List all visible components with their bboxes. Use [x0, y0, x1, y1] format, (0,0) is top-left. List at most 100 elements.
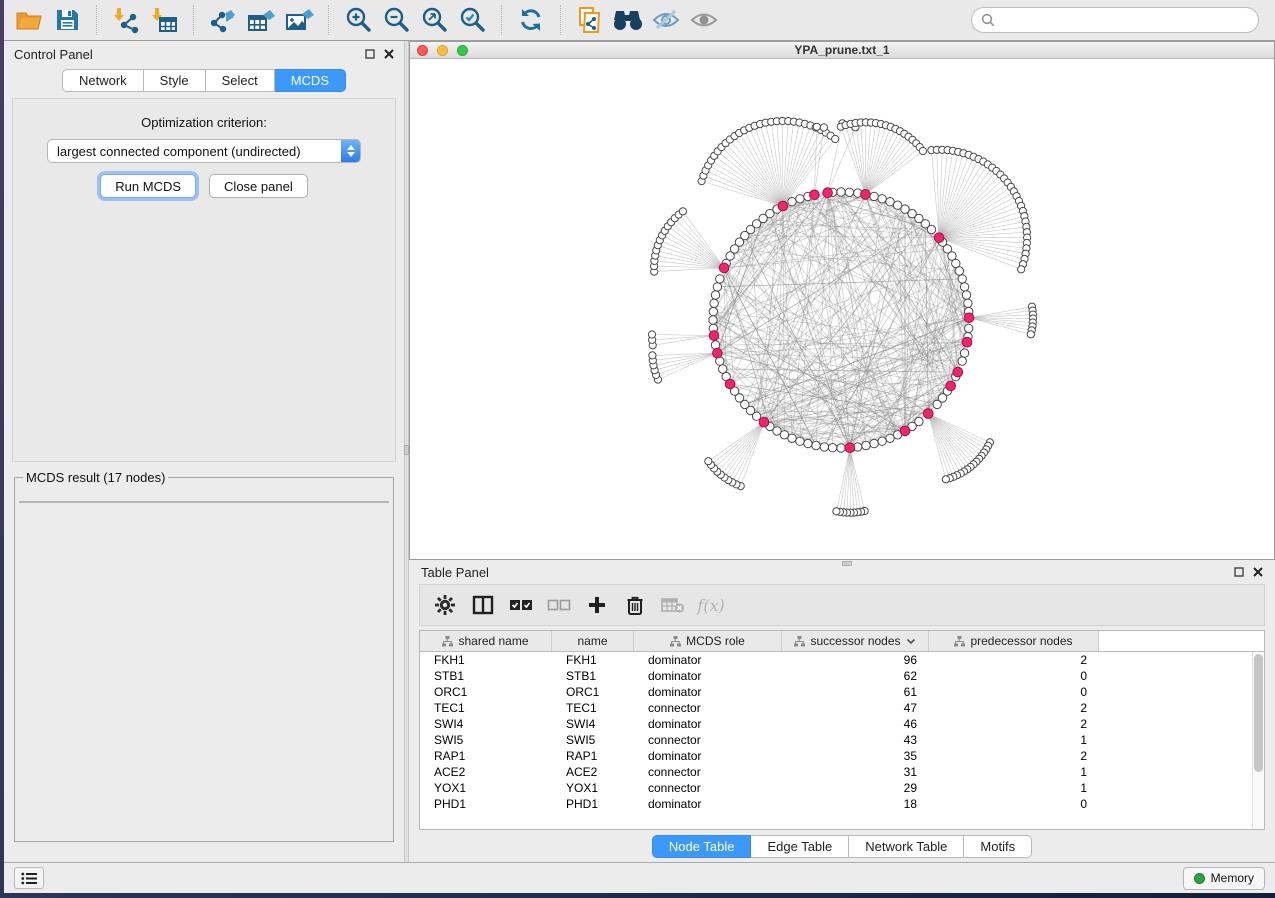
add-row-button[interactable]	[580, 589, 614, 621]
close-panel-button[interactable]: Close panel	[209, 174, 308, 198]
mcds-result-title: MCDS result (17 nodes)	[23, 470, 168, 485]
column-type-icon	[794, 636, 805, 647]
delete-row-button[interactable]	[618, 589, 652, 621]
cell-predecessor-nodes: 2	[929, 652, 1099, 668]
gear-icon	[435, 595, 455, 615]
cell-shared-name: STB1	[420, 668, 552, 684]
list-icon	[21, 872, 37, 885]
column-header-mcds-role[interactable]: MCDS role	[634, 631, 782, 651]
table-row-swi4[interactable]: SWI4SWI4dominator462	[420, 716, 1264, 732]
open-session-button[interactable]	[11, 3, 47, 37]
search-input[interactable]	[1001, 13, 1249, 28]
cell-successor-nodes: 62	[782, 668, 929, 684]
apply-layout-button[interactable]	[513, 3, 549, 37]
zoom-in-button[interactable]	[340, 3, 376, 37]
toolbar-separator	[328, 5, 329, 35]
tab-select[interactable]: Select	[206, 69, 275, 92]
criterion-selected-value: largest connected component (undirected)	[48, 144, 341, 159]
network-canvas[interactable]	[410, 59, 1274, 559]
search-field[interactable]	[971, 7, 1259, 33]
table-panel-grip[interactable]	[842, 561, 852, 566]
cell-successor-nodes: 47	[782, 700, 929, 716]
duplicate-network-icon	[576, 6, 604, 34]
first-neighbors-button[interactable]	[610, 3, 646, 37]
close-table-panel-icon[interactable]	[1253, 567, 1263, 577]
table-row-yox1[interactable]: YOX1YOX1connector291	[420, 780, 1264, 796]
delete-table-icon	[661, 596, 685, 614]
table-tab-edge-table[interactable]: Edge Table	[751, 835, 849, 858]
eye-slash-icon	[651, 7, 681, 33]
zoom-fit-button[interactable]	[416, 3, 452, 37]
memory-button[interactable]: Memory	[1183, 867, 1265, 890]
export-network-button[interactable]	[205, 3, 241, 37]
table-scrollbar[interactable]	[1252, 652, 1264, 829]
delete-table-button[interactable]	[656, 589, 690, 621]
criterion-select[interactable]: largest connected component (undirected)	[47, 139, 361, 163]
import-table-button[interactable]	[146, 3, 182, 37]
column-header-successor-nodes[interactable]: successor nodes	[782, 631, 929, 651]
new-network-from-selection-button[interactable]	[572, 3, 608, 37]
column-type-icon	[442, 636, 453, 647]
close-panel-icon[interactable]	[384, 49, 394, 59]
float-table-panel-icon[interactable]	[1234, 567, 1244, 577]
cell-shared-name: SWI5	[420, 732, 552, 748]
table-panel-title: Table Panel	[421, 565, 489, 580]
control-panel-title: Control Panel	[14, 47, 93, 62]
table-row-phd1[interactable]: PHD1PHD1dominator180	[420, 796, 1264, 812]
deselect-all-button[interactable]	[542, 589, 576, 621]
cell-name: TEC1	[552, 700, 634, 716]
fx-icon: f(x)	[697, 596, 724, 615]
table-row-swi5[interactable]: SWI5SWI5connector431	[420, 732, 1264, 748]
mcds-result-group: MCDS result (17 nodes) PHD1CAR1STP4TID3Y…	[14, 470, 394, 842]
column-header-shared-name[interactable]: shared name	[420, 631, 552, 651]
table-row-fkh1[interactable]: FKH1FKH1dominator962	[420, 652, 1264, 668]
column-header-name[interactable]: name	[552, 631, 634, 651]
table-scrollbar-thumb[interactable]	[1254, 654, 1263, 772]
hide-selection-button[interactable]	[648, 3, 684, 37]
zoom-fit-icon	[420, 6, 448, 34]
task-history-button[interactable]	[14, 867, 44, 889]
table-row-ace2[interactable]: ACE2ACE2connector311	[420, 764, 1264, 780]
show-all-button[interactable]	[686, 3, 722, 37]
cell-mcds-role: connector	[634, 732, 782, 748]
deselect-all-icon	[547, 598, 571, 612]
zoom-out-icon	[382, 6, 410, 34]
tab-mcds[interactable]: MCDS	[275, 69, 346, 92]
cell-successor-nodes: 35	[782, 748, 929, 764]
table-options-button[interactable]	[428, 589, 462, 621]
cell-shared-name: TEC1	[420, 700, 552, 716]
toolbar-separator	[96, 5, 97, 35]
cell-name: YOX1	[552, 780, 634, 796]
table-toolbar: f(x)	[419, 584, 1265, 626]
import-network-button[interactable]	[108, 3, 144, 37]
show-column-button[interactable]	[466, 589, 500, 621]
column-header-predecessor-nodes[interactable]: predecessor nodes	[929, 631, 1099, 651]
cell-predecessor-nodes: 2	[929, 700, 1099, 716]
tab-network[interactable]: Network	[62, 69, 144, 92]
divider-grip[interactable]	[404, 445, 409, 455]
select-all-button[interactable]	[504, 589, 538, 621]
table-row-rap1[interactable]: RAP1RAP1dominator352	[420, 748, 1264, 764]
run-mcds-button[interactable]: Run MCDS	[100, 174, 196, 198]
table-row-tec1[interactable]: TEC1TEC1connector472	[420, 700, 1264, 716]
tab-style[interactable]: Style	[144, 69, 206, 92]
save-session-button[interactable]	[49, 3, 85, 37]
network-graph[interactable]	[410, 59, 1274, 559]
zoom-out-button[interactable]	[378, 3, 414, 37]
zoom-selected-button[interactable]	[454, 3, 490, 37]
table-row-stb1[interactable]: STB1STB1dominator620	[420, 668, 1264, 684]
function-builder-button[interactable]: f(x)	[694, 589, 728, 621]
mcds-panel: Optimization criterion: largest connecte…	[12, 98, 396, 462]
table-tab-motifs[interactable]: Motifs	[964, 835, 1032, 858]
cell-mcds-role: dominator	[634, 716, 782, 732]
cell-mcds-role: connector	[634, 780, 782, 796]
table-row-orc1[interactable]: ORC1ORC1dominator610	[420, 684, 1264, 700]
cell-predecessor-nodes: 0	[929, 796, 1099, 812]
table-tab-network-table[interactable]: Network Table	[849, 835, 964, 858]
float-panel-icon[interactable]	[365, 49, 375, 59]
cell-predecessor-nodes: 0	[929, 668, 1099, 684]
export-image-button[interactable]	[281, 3, 317, 37]
table-tab-node-table[interactable]: Node Table	[652, 835, 752, 858]
export-table-button[interactable]	[243, 3, 279, 37]
mcds-result-list[interactable]: PHD1CAR1STP4TID3YOX1SWI4SRD1PMA2FKH1ACE2…	[19, 501, 389, 503]
